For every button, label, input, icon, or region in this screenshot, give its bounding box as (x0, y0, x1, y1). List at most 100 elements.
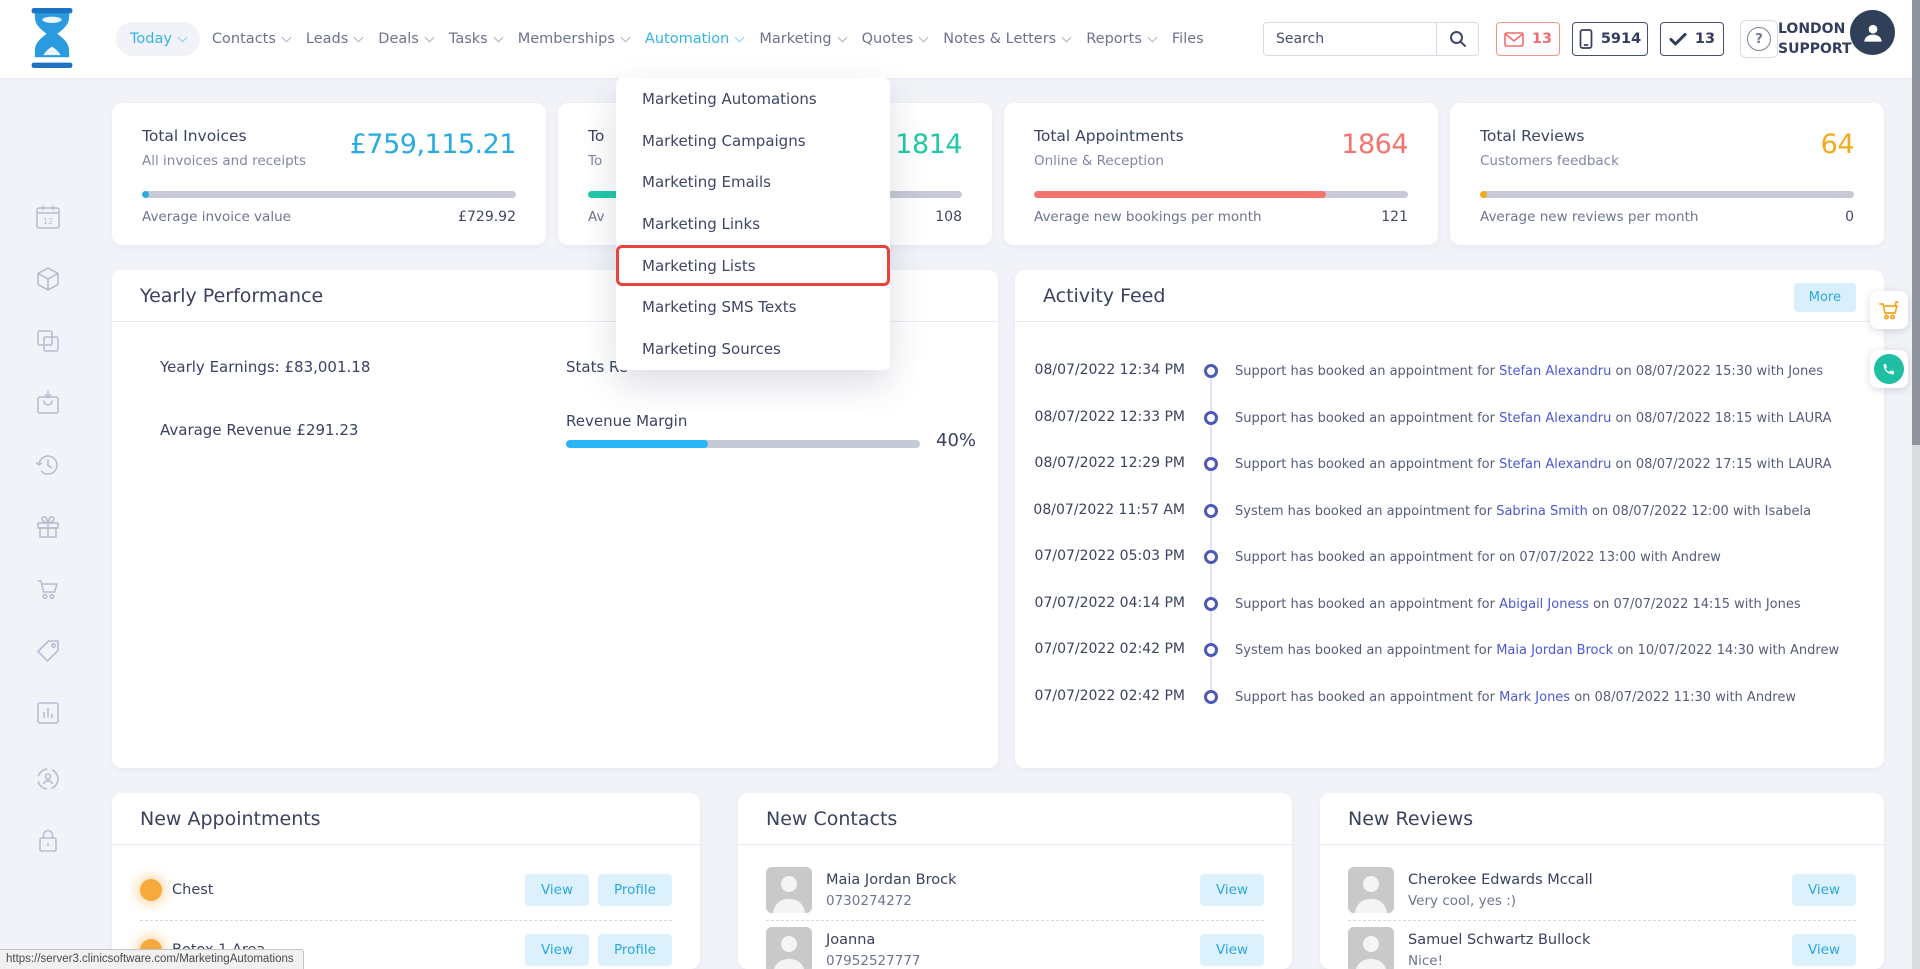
activity-feed-panel: Activity Feed More 08/07/2022 12:34 PMSu… (1015, 270, 1884, 768)
chevron-down-icon (919, 32, 929, 42)
nav-item-today[interactable]: Today (116, 22, 200, 56)
contact-phone: 07952527777 (826, 953, 920, 969)
person-icon (1860, 20, 1886, 46)
help-button[interactable]: ? (1740, 20, 1778, 58)
user-avatar[interactable] (1850, 10, 1895, 55)
page-scrollbar-thumb[interactable] (1912, 0, 1920, 445)
calendar-icon[interactable]: 12 (34, 203, 62, 231)
timeline-marker-icon (1204, 457, 1218, 471)
reports-icon[interactable] (34, 699, 62, 727)
new-reviews-panel: New Reviews Cherokee Edwards MccallVery … (1320, 793, 1884, 969)
stat-card-footer-label: Average new reviews per month (1480, 209, 1698, 225)
nav-item-files[interactable]: Files (1164, 22, 1212, 56)
feed-entry-contact-link[interactable]: Stefan Alexandru (1499, 364, 1611, 379)
contact-avatar (766, 867, 812, 913)
feed-entry-contact-link[interactable]: Stefan Alexandru (1499, 411, 1611, 426)
calls-badge-button[interactable]: 5914 (1572, 22, 1648, 56)
feed-entry-text-post: on 07/07/2022 14:15 with Jones (1589, 597, 1801, 612)
cart-icon[interactable] (34, 575, 62, 603)
view-button[interactable]: View (525, 874, 589, 906)
page-scrollbar-track[interactable] (1912, 0, 1920, 969)
feed-entry-contact-link[interactable]: Abigail Joness (1499, 597, 1589, 612)
nav-item-quotes[interactable]: Quotes (854, 22, 936, 56)
quick-cart-button[interactable] (1870, 291, 1908, 329)
feed-entry-text-post: on 08/07/2022 15:30 with Jones (1611, 364, 1823, 379)
feed-entry-text-pre: Support has booked an appointment for (1235, 550, 1499, 565)
activity-feed-more-button[interactable]: More (1794, 283, 1856, 312)
view-button[interactable]: View (1200, 934, 1264, 966)
feed-entry-text-post: on 10/07/2022 14:30 with Andrew (1613, 643, 1839, 658)
mobile-phone-icon (1579, 29, 1593, 49)
nav-item-reports[interactable]: Reports (1078, 22, 1164, 56)
view-button[interactable]: View (1792, 934, 1856, 966)
nav-item-label: Deals (378, 31, 419, 47)
menu-item-label: Marketing Links (642, 215, 760, 233)
nav-item-leads[interactable]: Leads (298, 22, 370, 56)
row-divider (766, 920, 1264, 921)
nav-item-memberships[interactable]: Memberships (510, 22, 637, 56)
feed-entry-timestamp: 08/07/2022 12:29 PM (1025, 455, 1185, 471)
view-button[interactable]: View (1200, 874, 1264, 906)
stat-card-footer-value: 108 (935, 209, 962, 225)
stat-card-title: To (588, 127, 604, 145)
menu-item-marketing-sms-texts[interactable]: Marketing SMS Texts (616, 286, 890, 328)
location-line1: LONDON (1778, 19, 1852, 39)
messages-badge-button[interactable]: 13 (1496, 22, 1560, 56)
feed-entry-text-post: on 08/07/2022 17:15 with LAURA (1611, 457, 1831, 472)
nav-item-contacts[interactable]: Contacts (204, 22, 298, 56)
list-item: Samuel Schwartz Bullock Nice! View (1348, 922, 1856, 969)
duplicate-icon[interactable] (34, 327, 62, 355)
view-button[interactable]: View (525, 934, 589, 966)
view-button[interactable]: View (1792, 874, 1856, 906)
menu-item-marketing-links[interactable]: Marketing Links (616, 203, 890, 245)
nav-item-deals[interactable]: Deals (370, 22, 441, 56)
history-icon[interactable] (34, 451, 62, 479)
calls-count: 5914 (1601, 31, 1641, 47)
feed-entry: 08/07/2022 12:34 PMSupport has booked an… (1015, 351, 1884, 391)
contact-info: Maia Jordan Brock0730274272 (826, 872, 957, 909)
feed-entry-text: Support has booked an appointment for St… (1235, 457, 1832, 472)
list-item: Maia Jordan Brock0730274272 View (766, 862, 1264, 918)
review-comment: Nice! (1408, 953, 1590, 969)
products-icon[interactable] (34, 265, 62, 293)
review-info: Cherokee Edwards MccallVery cool, yes :) (1408, 872, 1593, 909)
profile-button[interactable]: Profile (598, 874, 672, 906)
stat-card-total-appointments: Total AppointmentsOnline & Reception1864… (1004, 103, 1438, 245)
nav-item-automation[interactable]: Automation (637, 22, 751, 56)
feed-entry-contact-link[interactable]: Maia Jordan Brock (1496, 643, 1613, 658)
search-button[interactable] (1436, 23, 1478, 55)
orders-icon[interactable] (34, 389, 62, 417)
app-logo-hourglass[interactable] (26, 8, 78, 68)
gifts-icon[interactable] (34, 513, 62, 541)
quick-call-button[interactable] (1870, 350, 1908, 388)
nav-item-tasks[interactable]: Tasks (441, 22, 510, 56)
menu-item-marketing-lists[interactable]: Marketing Lists (616, 245, 890, 287)
menu-item-marketing-campaigns[interactable]: Marketing Campaigns (616, 120, 890, 162)
menu-item-marketing-automations[interactable]: Marketing Automations (616, 78, 890, 120)
nav-item-notes-letters[interactable]: Notes & Letters (935, 22, 1078, 56)
nav-item-label: Today (130, 31, 172, 47)
feed-entry-contact-link[interactable]: Stefan Alexandru (1499, 457, 1611, 472)
menu-item-marketing-emails[interactable]: Marketing Emails (616, 161, 890, 203)
feed-entry-text-post: on 08/07/2022 18:15 with LAURA (1611, 411, 1831, 426)
tasks-badge-button[interactable]: 13 (1660, 22, 1724, 56)
messages-count: 13 (1532, 31, 1552, 47)
feed-entry-timestamp: 08/07/2022 12:33 PM (1025, 409, 1185, 425)
reviewer-name: Samuel Schwartz Bullock (1408, 932, 1590, 948)
reviewer-avatar (1348, 927, 1394, 969)
location-label: LONDON SUPPORT (1778, 19, 1852, 59)
menu-item-marketing-sources[interactable]: Marketing Sources (616, 328, 890, 370)
feed-entry-text-post: on 08/07/2022 12:00 with Isabela (1588, 504, 1811, 519)
reviewer-name: Cherokee Edwards Mccall (1408, 872, 1593, 888)
nav-item-marketing[interactable]: Marketing (751, 22, 853, 56)
search-input[interactable] (1264, 31, 1436, 47)
search-icon (1449, 30, 1467, 48)
lock-icon[interactable] (34, 827, 62, 855)
profile-button[interactable]: Profile (598, 934, 672, 966)
price-tag-icon[interactable] (34, 637, 62, 665)
stat-card-title: Total Appointments (1034, 127, 1184, 145)
support-icon[interactable] (34, 765, 62, 793)
contact-name: Maia Jordan Brock (826, 872, 957, 888)
feed-entry-contact-link[interactable]: Sabrina Smith (1496, 504, 1588, 519)
feed-entry-contact-link[interactable]: Mark Jones (1499, 690, 1570, 705)
